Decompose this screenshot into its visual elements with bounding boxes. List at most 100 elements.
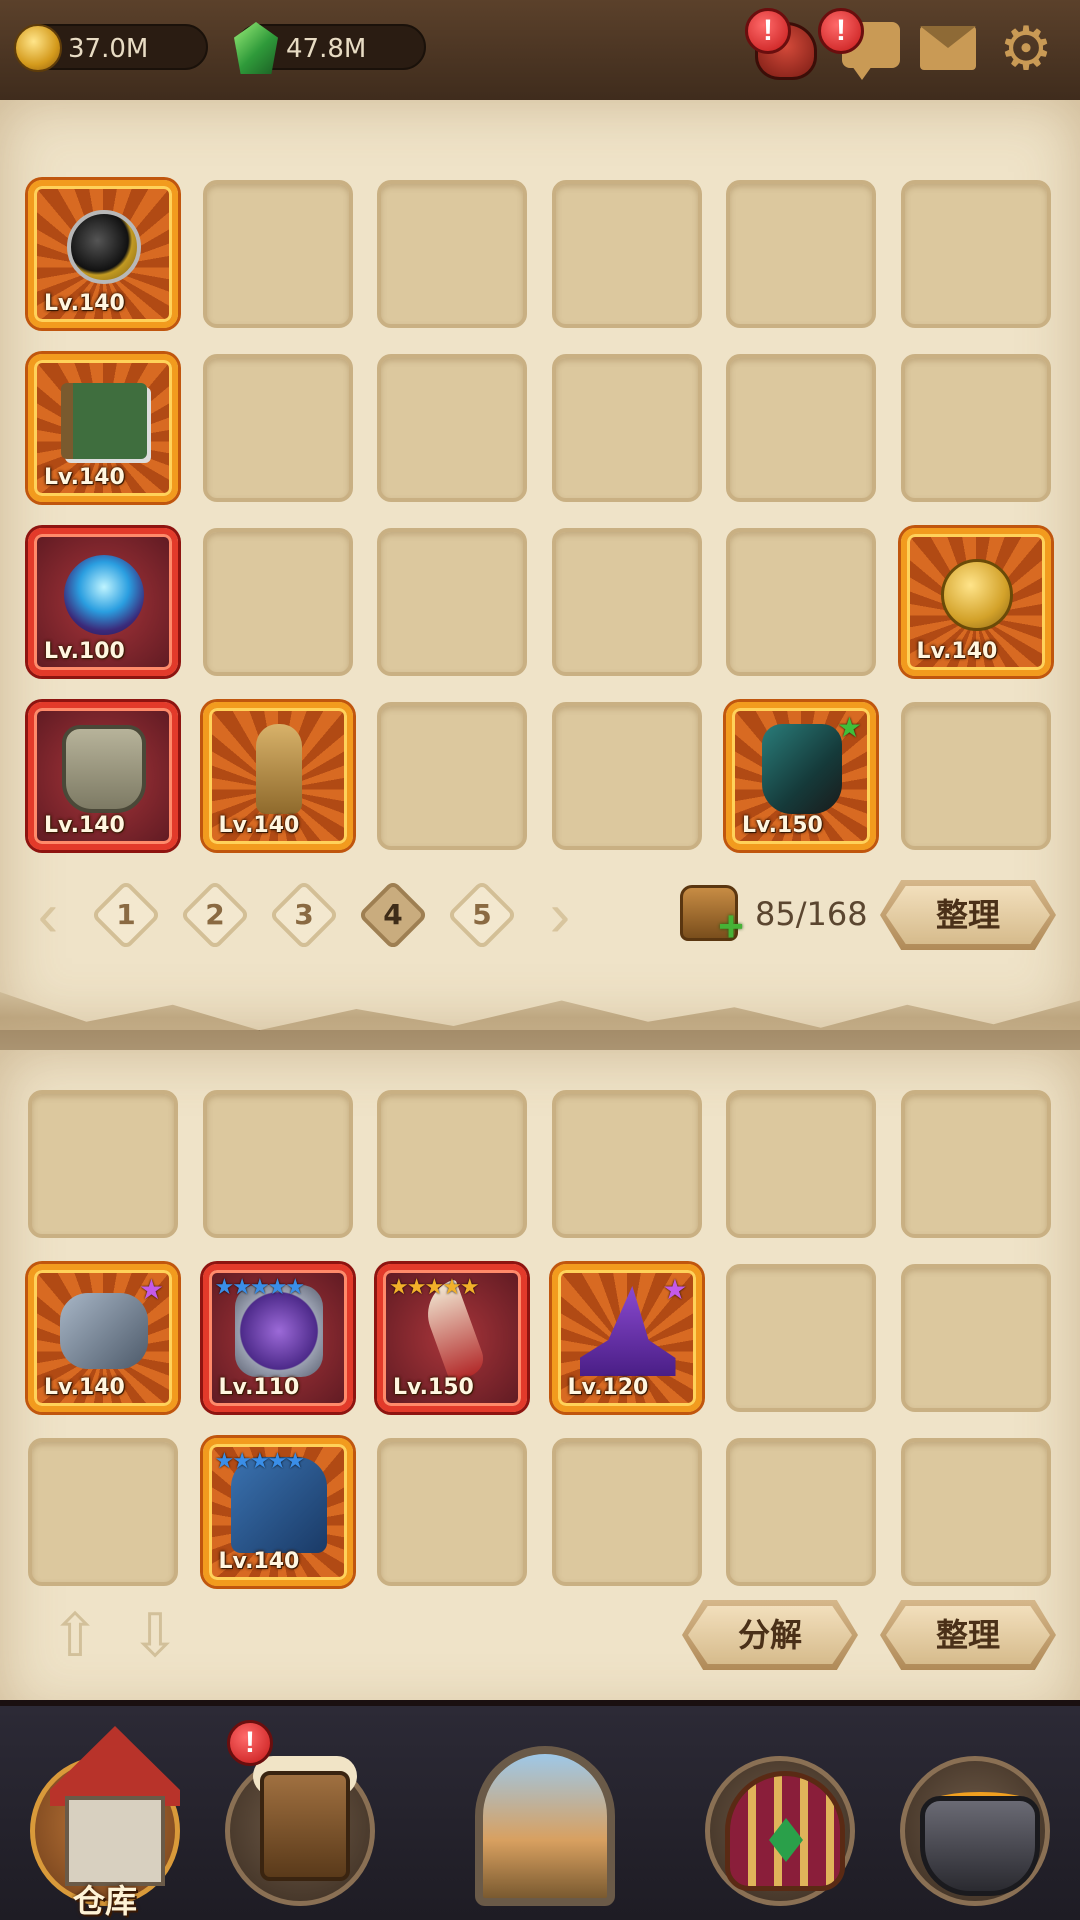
equip-slot[interactable]: ★★★★★ Lv.140 [202, 1438, 353, 1586]
star-rating: ★★★★★ [214, 1274, 306, 1299]
empty-slot[interactable] [377, 1438, 527, 1586]
nav-forge[interactable] [880, 1726, 1070, 1916]
tavern-alert-badge: ! [227, 1720, 273, 1766]
page-number: 4 [383, 898, 403, 931]
page-button[interactable]: 5 [446, 879, 518, 951]
item-card[interactable]: Lv.100 [28, 528, 178, 676]
item-card[interactable]: Lv.140 [202, 702, 353, 850]
chat-alert-badge: ! [818, 8, 864, 54]
bag-slot[interactable]: Lv.140 [28, 702, 178, 850]
sort-equipment-button[interactable]: 整理 [880, 1600, 1056, 1670]
page-button[interactable]: 2 [179, 879, 251, 951]
nav-adventure[interactable] [445, 1726, 635, 1916]
medal-necklace-icon [940, 559, 1013, 631]
gold-counter[interactable]: 37.0M [14, 24, 208, 72]
warehouse-icon [65, 1796, 165, 1886]
scroll-up-arrow[interactable]: ⇧ [45, 1606, 105, 1666]
item-card[interactable]: Lv.140 [28, 702, 178, 850]
page-number: 5 [472, 898, 492, 931]
prev-page-arrow[interactable]: ‹ [28, 885, 68, 947]
item-card[interactable]: Lv.140 [900, 528, 1051, 676]
stone-gauntlet-icon [60, 1293, 148, 1369]
page-button[interactable]: 3 [268, 879, 340, 951]
item-level: Lv.150 [393, 1375, 474, 1400]
item-card[interactable]: ★★★★★ Lv.140 [202, 1438, 353, 1586]
empty-slot[interactable] [900, 1438, 1051, 1586]
empty-slot[interactable] [726, 180, 876, 328]
empty-slot[interactable] [726, 1264, 876, 1412]
empty-slot[interactable] [377, 354, 527, 502]
page-button-current[interactable]: 4 [357, 879, 429, 951]
empty-slot[interactable] [28, 1438, 178, 1586]
item-level: Lv.150 [742, 813, 823, 838]
gold-coin-icon [14, 24, 62, 72]
item-card[interactable]: ★ Lv.140 [28, 1264, 178, 1412]
star-icon: ★ [836, 712, 862, 743]
nav-tavern[interactable]: ! [205, 1720, 395, 1916]
item-card[interactable]: ★ Lv.120 [551, 1264, 702, 1412]
page-number: 2 [205, 898, 225, 931]
page-button[interactable]: 1 [90, 879, 162, 951]
bag-slot[interactable]: Lv.140 [28, 180, 178, 328]
empty-slot[interactable] [551, 180, 702, 328]
empty-slot[interactable] [900, 1090, 1051, 1238]
gear-icon[interactable]: ⚙ [995, 18, 1057, 80]
book-icon [61, 383, 147, 459]
item-card[interactable]: ★★★★★ Lv.110 [202, 1264, 353, 1412]
item-card[interactable]: Lv.140 [28, 180, 178, 328]
star-rating: ★★★★★ [389, 1274, 480, 1299]
bag-slot[interactable]: Lv.100 [28, 528, 178, 676]
bag-slot[interactable]: Lv.140 [28, 354, 178, 502]
empty-slot[interactable] [377, 180, 527, 328]
bag-slot[interactable]: ★ Lv.150 [726, 702, 876, 850]
empty-slot[interactable] [377, 1090, 527, 1238]
plus-icon: + [718, 902, 744, 951]
page-number: 3 [294, 898, 314, 931]
empty-slot[interactable] [900, 180, 1051, 328]
empty-slot[interactable] [551, 1090, 702, 1238]
sort-bag-button[interactable]: 整理 [880, 880, 1056, 950]
item-level: Lv.140 [44, 291, 125, 316]
empty-slot[interactable] [202, 1090, 353, 1238]
equip-slot[interactable]: ★ Lv.120 [551, 1264, 702, 1412]
gem-amount: 47.8M [286, 34, 367, 64]
empty-slot[interactable] [551, 354, 702, 502]
empty-slot[interactable] [202, 354, 353, 502]
empty-slot[interactable] [377, 702, 527, 850]
decompose-button[interactable]: 分解 [682, 1600, 858, 1670]
item-card[interactable]: Lv.140 [28, 354, 178, 502]
gem-counter[interactable]: 47.8M [234, 22, 426, 74]
nav-warehouse[interactable]: 仓库 [10, 1726, 200, 1920]
bag-slot[interactable]: Lv.140 [900, 528, 1051, 676]
item-card[interactable]: ★★★★★ Lv.150 [377, 1264, 527, 1412]
empty-slot[interactable] [726, 528, 876, 676]
empty-slot[interactable] [726, 354, 876, 502]
empty-slot[interactable] [202, 528, 353, 676]
item-level: Lv.140 [44, 465, 125, 490]
scroll-down-arrow[interactable]: ⇩ [125, 1606, 185, 1666]
empty-slot[interactable] [726, 1438, 876, 1586]
nav-treasure[interactable] [685, 1726, 875, 1916]
equip-slot[interactable]: ★★★★★ Lv.110 [202, 1264, 353, 1412]
empty-slot[interactable] [551, 528, 702, 676]
empty-slot[interactable] [202, 180, 353, 328]
chest-armor-icon [62, 725, 146, 813]
empty-slot[interactable] [900, 702, 1051, 850]
empty-slot[interactable] [551, 702, 702, 850]
empty-slot[interactable] [726, 1090, 876, 1238]
green-gem-icon [234, 22, 278, 74]
empty-slot[interactable] [28, 1090, 178, 1238]
empty-slot[interactable] [900, 354, 1051, 502]
forge-cauldron-icon [920, 1796, 1040, 1896]
bag-slot[interactable]: Lv.140 [202, 702, 353, 850]
item-level: Lv.100 [44, 639, 125, 664]
empty-slot[interactable] [551, 1438, 702, 1586]
amulet-icon [67, 210, 141, 284]
empty-slot[interactable] [900, 1264, 1051, 1412]
item-card[interactable]: ★ Lv.150 [726, 702, 876, 850]
empty-slot[interactable] [377, 528, 527, 676]
equip-slot[interactable]: ★★★★★ Lv.150 [377, 1264, 527, 1412]
mail-icon[interactable] [920, 26, 976, 70]
next-page-arrow[interactable]: › [540, 885, 580, 947]
equip-slot[interactable]: ★ Lv.140 [28, 1264, 178, 1412]
